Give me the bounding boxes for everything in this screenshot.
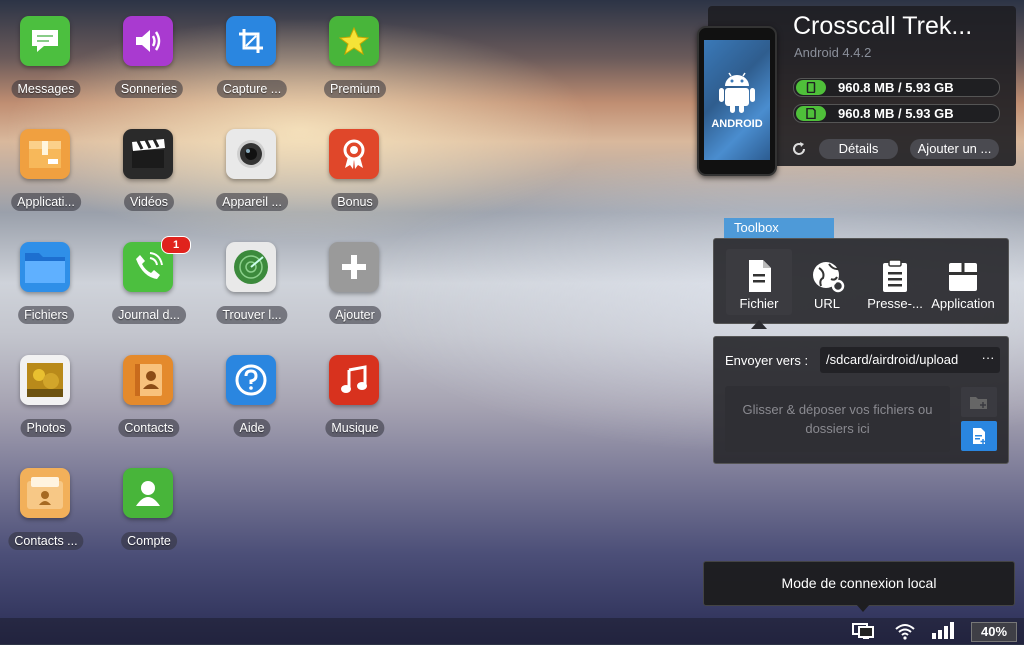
notification-badge: 1 bbox=[161, 236, 191, 254]
apk-box-icon bbox=[20, 129, 70, 179]
connection-mode-tooltip: Mode de connexion local bbox=[703, 561, 1015, 606]
app-label: Trouver l... bbox=[216, 306, 288, 324]
toolbox-caret bbox=[751, 320, 767, 329]
app-label: Appareil ... bbox=[216, 193, 288, 211]
app-messages[interactable]: Messages bbox=[0, 0, 92, 100]
account-icon bbox=[123, 468, 173, 518]
contacts-folder-icon bbox=[20, 468, 70, 518]
app-label: Compte bbox=[121, 532, 177, 550]
ringtones-icon bbox=[123, 16, 173, 66]
file-add-icon bbox=[973, 428, 986, 444]
upload-folder-button[interactable] bbox=[961, 387, 997, 417]
toolbox-panel: Fichier URL Presse-... Application bbox=[713, 238, 1009, 324]
details-button[interactable]: Détails bbox=[819, 139, 898, 159]
phone-image: ANDROID bbox=[697, 26, 777, 176]
file-icon bbox=[749, 260, 771, 292]
send-to-label: Envoyer vers : bbox=[725, 353, 809, 368]
app-help[interactable]: Aide bbox=[206, 339, 298, 439]
device-os-version: Android 4.4.2 bbox=[794, 45, 872, 60]
folder-icon bbox=[20, 242, 70, 292]
tool-file[interactable]: Fichier bbox=[726, 249, 792, 315]
award-icon bbox=[329, 129, 379, 179]
toolbox-tab[interactable]: Toolbox bbox=[724, 218, 834, 238]
messages-icon bbox=[20, 16, 70, 66]
phone-logo-text: ANDROID bbox=[711, 118, 763, 130]
help-icon bbox=[226, 355, 276, 405]
refresh-icon[interactable] bbox=[791, 141, 807, 162]
app-label: Musique bbox=[325, 419, 385, 437]
add-device-button[interactable]: Ajouter un ... bbox=[910, 139, 999, 159]
contacts-book-icon bbox=[123, 355, 173, 405]
app-label: Applicati... bbox=[11, 193, 81, 211]
tool-url[interactable]: URL bbox=[794, 249, 860, 315]
device-name: Crosscall Trek... bbox=[793, 12, 973, 40]
sd-storage-text: 960.8 MB / 5.93 GB bbox=[838, 106, 954, 121]
app-contacts-folder[interactable]: Contacts ... bbox=[0, 452, 92, 552]
battery-level: 40% bbox=[971, 622, 1017, 642]
app-phone[interactable]: 1 Journal d... bbox=[103, 226, 195, 326]
tool-clipboard-label: Presse-... bbox=[867, 296, 923, 311]
photo-icon bbox=[20, 355, 70, 405]
app-folder[interactable]: Fichiers bbox=[0, 226, 92, 326]
app-crop[interactable]: Capture ... bbox=[206, 0, 298, 100]
wifi-icon bbox=[894, 622, 916, 645]
clipboard-icon bbox=[883, 259, 907, 292]
android-robot-icon bbox=[719, 72, 755, 113]
app-label: Contacts ... bbox=[8, 532, 84, 550]
tooltip-caret bbox=[856, 604, 870, 612]
app-label: Contacts bbox=[118, 419, 180, 437]
local-connection-icon[interactable] bbox=[852, 622, 874, 645]
app-label: Sonneries bbox=[114, 80, 184, 98]
app-label: Bonus bbox=[331, 193, 379, 211]
app-music[interactable]: Musique bbox=[309, 339, 401, 439]
radar-icon bbox=[226, 242, 276, 292]
upload-file-button[interactable] bbox=[961, 421, 997, 451]
path-browse-button[interactable]: ··· bbox=[978, 347, 998, 373]
star-icon bbox=[329, 16, 379, 66]
app-plus[interactable]: Ajouter bbox=[309, 226, 401, 326]
app-label: Photos bbox=[20, 419, 72, 437]
app-account[interactable]: Compte bbox=[103, 452, 195, 552]
app-label: Vidéos bbox=[124, 193, 174, 211]
tool-file-label: Fichier bbox=[739, 296, 779, 311]
app-label: Premium bbox=[323, 80, 387, 98]
app-star[interactable]: Premium bbox=[309, 0, 401, 100]
upload-path-field[interactable]: /sdcard/airdroid/upload bbox=[820, 347, 1000, 373]
tool-application-label: Application bbox=[931, 296, 995, 311]
globe-icon bbox=[813, 262, 845, 293]
app-radar[interactable]: Trouver l... bbox=[206, 226, 298, 326]
app-label: Ajouter bbox=[329, 306, 381, 324]
crop-icon bbox=[226, 16, 276, 66]
folder-add-icon bbox=[970, 397, 987, 409]
app-contacts-book[interactable]: Contacts bbox=[103, 339, 195, 439]
tool-application[interactable]: Application bbox=[930, 249, 996, 315]
tool-clipboard[interactable]: Presse-... bbox=[862, 249, 928, 315]
app-label: Capture ... bbox=[216, 80, 288, 98]
app-clapperboard[interactable]: Vidéos bbox=[103, 113, 195, 213]
app-photo[interactable]: Photos bbox=[0, 339, 92, 439]
tool-url-label: URL bbox=[813, 296, 840, 311]
phone-screen: ANDROID bbox=[704, 40, 770, 160]
app-apk-box[interactable]: Applicati... bbox=[0, 113, 92, 213]
internal-storage-bar: 960.8 MB / 5.93 GB bbox=[793, 78, 1000, 97]
music-icon bbox=[329, 355, 379, 405]
sd-storage-bar: 960.8 MB / 5.93 GB bbox=[793, 104, 1000, 123]
internal-storage-text: 960.8 MB / 5.93 GB bbox=[838, 80, 954, 95]
app-label: Messages bbox=[11, 80, 81, 98]
sd-card-icon bbox=[796, 106, 826, 121]
camera-icon bbox=[226, 129, 276, 179]
plus-icon bbox=[329, 242, 379, 292]
phone-storage-icon bbox=[796, 80, 826, 95]
app-label: Aide bbox=[233, 419, 271, 437]
app-award[interactable]: Bonus bbox=[309, 113, 401, 213]
app-camera[interactable]: Appareil ... bbox=[206, 113, 298, 213]
file-dropzone[interactable]: Glisser & déposer vos fichiers ou dossie… bbox=[725, 386, 950, 452]
app-label: Journal d... bbox=[112, 306, 186, 324]
app-label: Fichiers bbox=[18, 306, 74, 324]
app-ringtones[interactable]: Sonneries bbox=[103, 0, 195, 100]
clapperboard-icon bbox=[123, 129, 173, 179]
signal-strength-icon bbox=[931, 621, 955, 644]
package-icon bbox=[949, 263, 977, 291]
